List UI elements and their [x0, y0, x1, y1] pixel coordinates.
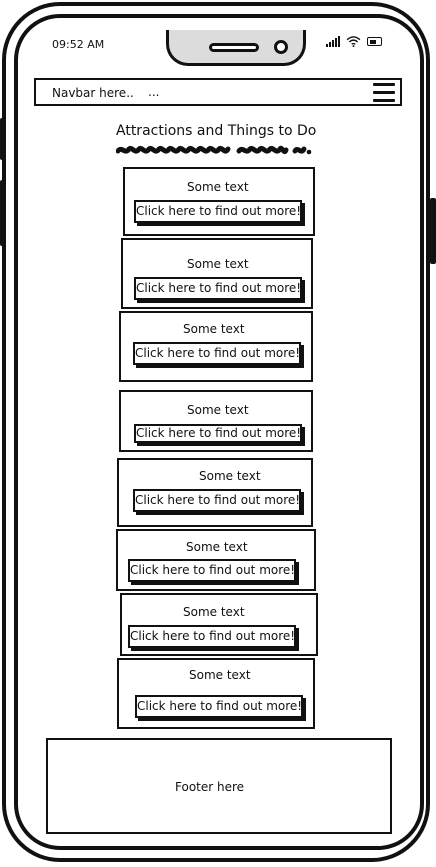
attraction-card: Some text Click here to find out more! — [117, 658, 315, 729]
find-out-more-button[interactable]: Click here to find out more! — [134, 277, 302, 300]
navbar-label: Navbar here.. — [52, 86, 134, 100]
find-out-more-button[interactable]: Click here to find out more! — [133, 342, 301, 365]
phone-side-button — [0, 180, 6, 246]
find-out-more-button[interactable]: Click here to find out more! — [134, 424, 302, 443]
find-out-more-button[interactable]: Click here to find out more! — [128, 559, 296, 582]
status-time: 09:52 AM — [52, 38, 105, 51]
card-text: Some text — [183, 605, 245, 619]
find-out-more-button[interactable]: Click here to find out more! — [128, 625, 296, 648]
status-icons — [326, 36, 382, 47]
signal-icon — [326, 36, 340, 47]
attraction-card: Some text Click here to find out more! — [123, 167, 315, 236]
attraction-card: Some text Click here to find out more! — [121, 238, 313, 309]
attraction-card: Some text Click here to find out more! — [119, 390, 313, 452]
attraction-card: Some text Click here to find out more! — [119, 311, 313, 382]
attraction-card: Some text Click here to find out more! — [116, 529, 316, 591]
find-out-more-button[interactable]: Click here to find out more! — [134, 200, 302, 223]
phone-side-button — [430, 198, 436, 264]
wifi-icon — [346, 36, 361, 47]
page-title: Attractions and Things to Do — [116, 123, 317, 139]
footer: Footer here — [46, 738, 392, 834]
battery-icon — [367, 37, 382, 46]
speaker-icon — [209, 43, 259, 52]
footer-text: Footer here — [175, 780, 245, 794]
attraction-card: Some text Click here to find out more! — [117, 458, 313, 527]
navbar: Navbar here.. ... — [34, 78, 402, 106]
find-out-more-button[interactable]: Click here to find out more! — [135, 695, 303, 718]
hamburger-menu-icon[interactable] — [373, 83, 395, 103]
find-out-more-button[interactable]: Click here to find out more! — [133, 489, 301, 512]
navbar-dots: ... — [148, 85, 160, 99]
card-text: Some text — [199, 469, 261, 483]
card-text: Some text — [183, 322, 245, 336]
phone-side-button — [0, 118, 6, 160]
card-text: Some text — [186, 540, 248, 554]
card-text: Some text — [187, 180, 249, 194]
card-text: Some text — [187, 257, 249, 271]
scribble-placeholder — [116, 145, 312, 155]
card-text: Some text — [187, 403, 249, 417]
phone-notch — [166, 30, 306, 66]
card-text: Some text — [189, 668, 251, 682]
camera-icon — [274, 40, 288, 54]
attraction-card: Some text Click here to find out more! — [120, 593, 318, 656]
